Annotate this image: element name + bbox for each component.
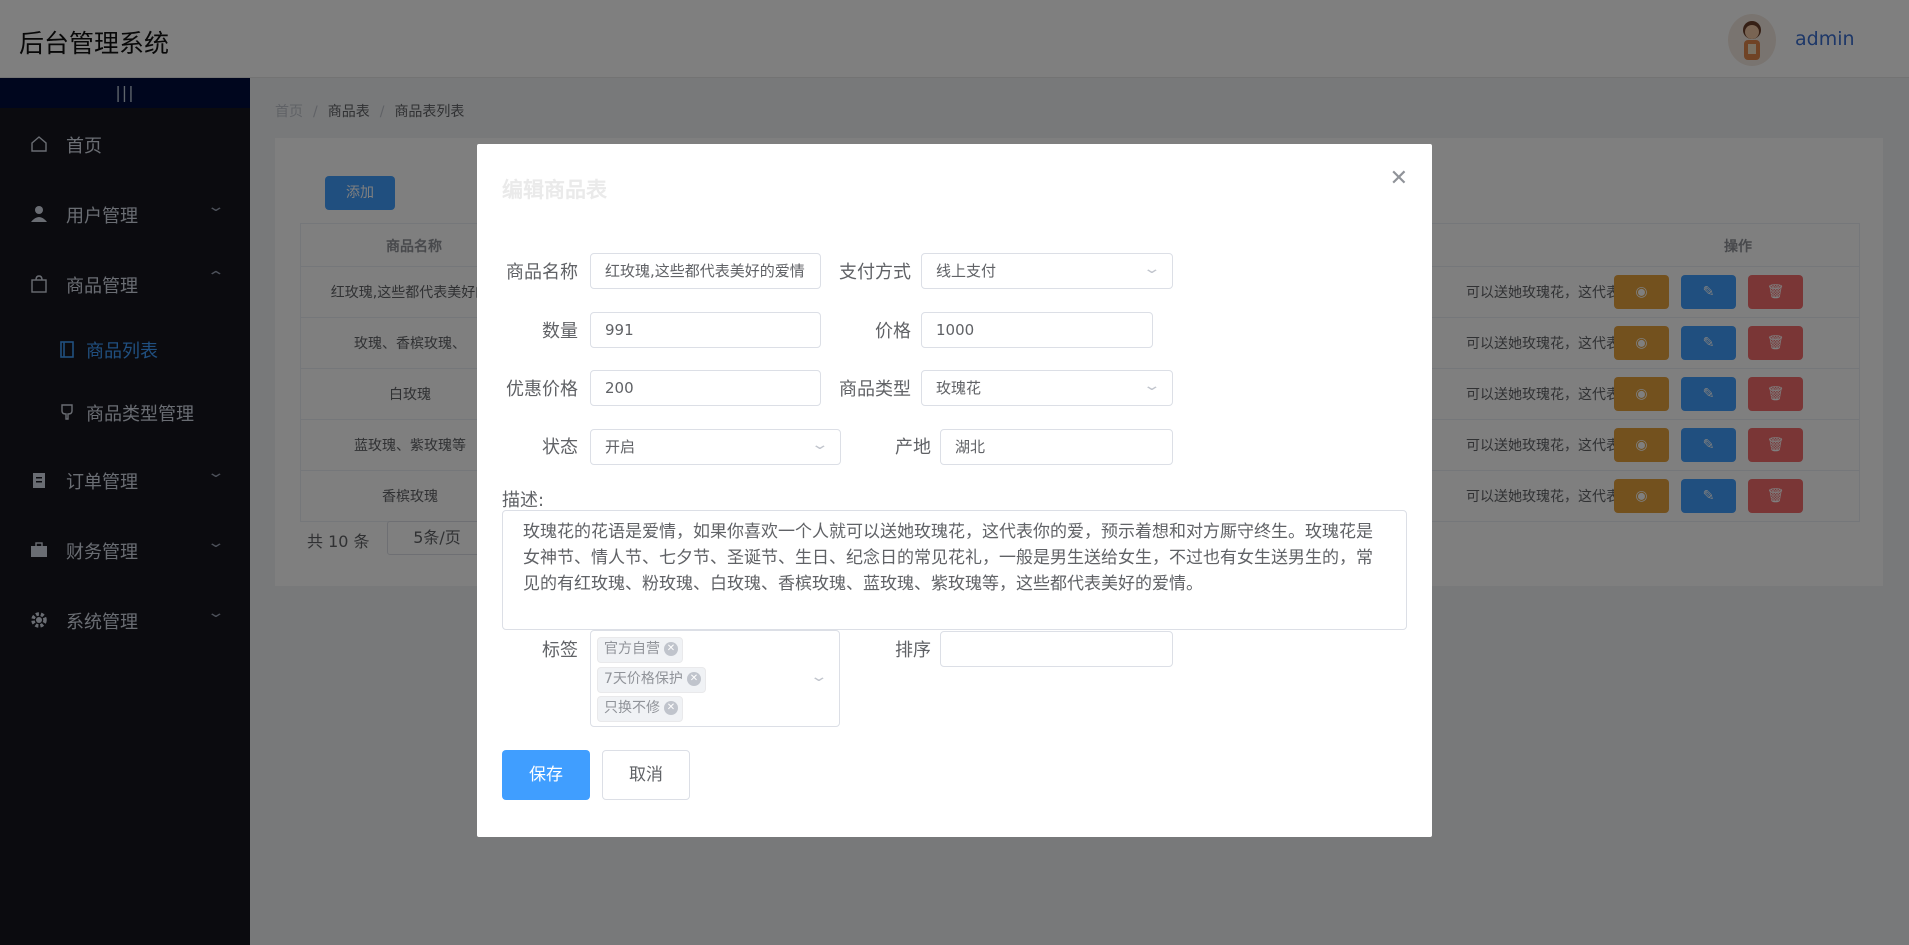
dialog-title: 编辑商品表 xyxy=(502,178,607,202)
pay-select[interactable]: 线上支付 ⌄ xyxy=(921,253,1173,289)
origin-label: 产地 xyxy=(895,437,931,458)
qty-input[interactable]: 991 xyxy=(590,312,821,348)
cancel-button[interactable]: 取消 xyxy=(602,750,690,800)
tag-close-icon[interactable]: ✕ xyxy=(664,701,678,715)
status-select-value: 开启 xyxy=(605,438,636,456)
origin-input[interactable]: 湖北 xyxy=(940,429,1173,465)
save-button[interactable]: 保存 xyxy=(502,750,590,800)
desc-textarea[interactable]: 玫瑰花的花语是爱情，如果你喜欢一个人就可以送她玫瑰花，这代表你的爱，预示着想和对… xyxy=(502,510,1407,630)
chevron-down-icon: ⌄ xyxy=(1142,261,1162,277)
discount-input[interactable]: 200 xyxy=(590,370,821,406)
price-label: 价格 xyxy=(875,321,911,342)
status-label: 状态 xyxy=(542,437,578,458)
tags-label: 标签 xyxy=(542,640,578,661)
desc-label: 描述: xyxy=(502,490,545,511)
discount-label: 优惠价格 xyxy=(506,379,578,400)
type-label: 商品类型 xyxy=(839,379,911,400)
tag-close-icon[interactable]: ✕ xyxy=(664,642,678,656)
name-input[interactable]: 红玫瑰,这些都代表美好的爱情 xyxy=(590,253,821,289)
pay-select-value: 线上支付 xyxy=(936,262,997,280)
tags-select[interactable]: 官方自营 ✕ 7天价格保护 ✕ 只换不修 ✕ ⌄ xyxy=(590,630,840,727)
tag-chip: 只换不修 ✕ xyxy=(597,696,683,722)
name-label: 商品名称 xyxy=(506,262,578,283)
tag-chip: 官方自营 ✕ xyxy=(597,637,683,663)
type-select[interactable]: 玫瑰花 ⌄ xyxy=(921,370,1173,406)
pay-label: 支付方式 xyxy=(839,262,911,283)
chevron-down-icon: ⌄ xyxy=(809,669,829,685)
price-input[interactable]: 1000 xyxy=(921,312,1153,348)
tag-chip: 7天价格保护 ✕ xyxy=(597,667,706,693)
status-select[interactable]: 开启 ⌄ xyxy=(590,429,841,465)
tag-close-icon[interactable]: ✕ xyxy=(686,672,701,686)
edit-dialog: 编辑商品表 ✕ 商品名称 红玫瑰,这些都代表美好的爱情 支付方式 线上支付 ⌄ … xyxy=(477,144,1432,837)
sort-label: 排序 xyxy=(895,640,931,661)
type-select-value: 玫瑰花 xyxy=(936,379,982,397)
tag-chip-label: 只换不修 xyxy=(604,700,660,716)
sort-input[interactable] xyxy=(940,631,1173,667)
tag-chip-label: 7天价格保护 xyxy=(604,671,683,687)
chevron-down-icon: ⌄ xyxy=(810,437,830,453)
chevron-down-icon: ⌄ xyxy=(1142,378,1162,394)
close-icon[interactable]: ✕ xyxy=(1390,166,1408,191)
tag-chip-label: 官方自营 xyxy=(604,641,660,657)
qty-label: 数量 xyxy=(542,321,578,342)
